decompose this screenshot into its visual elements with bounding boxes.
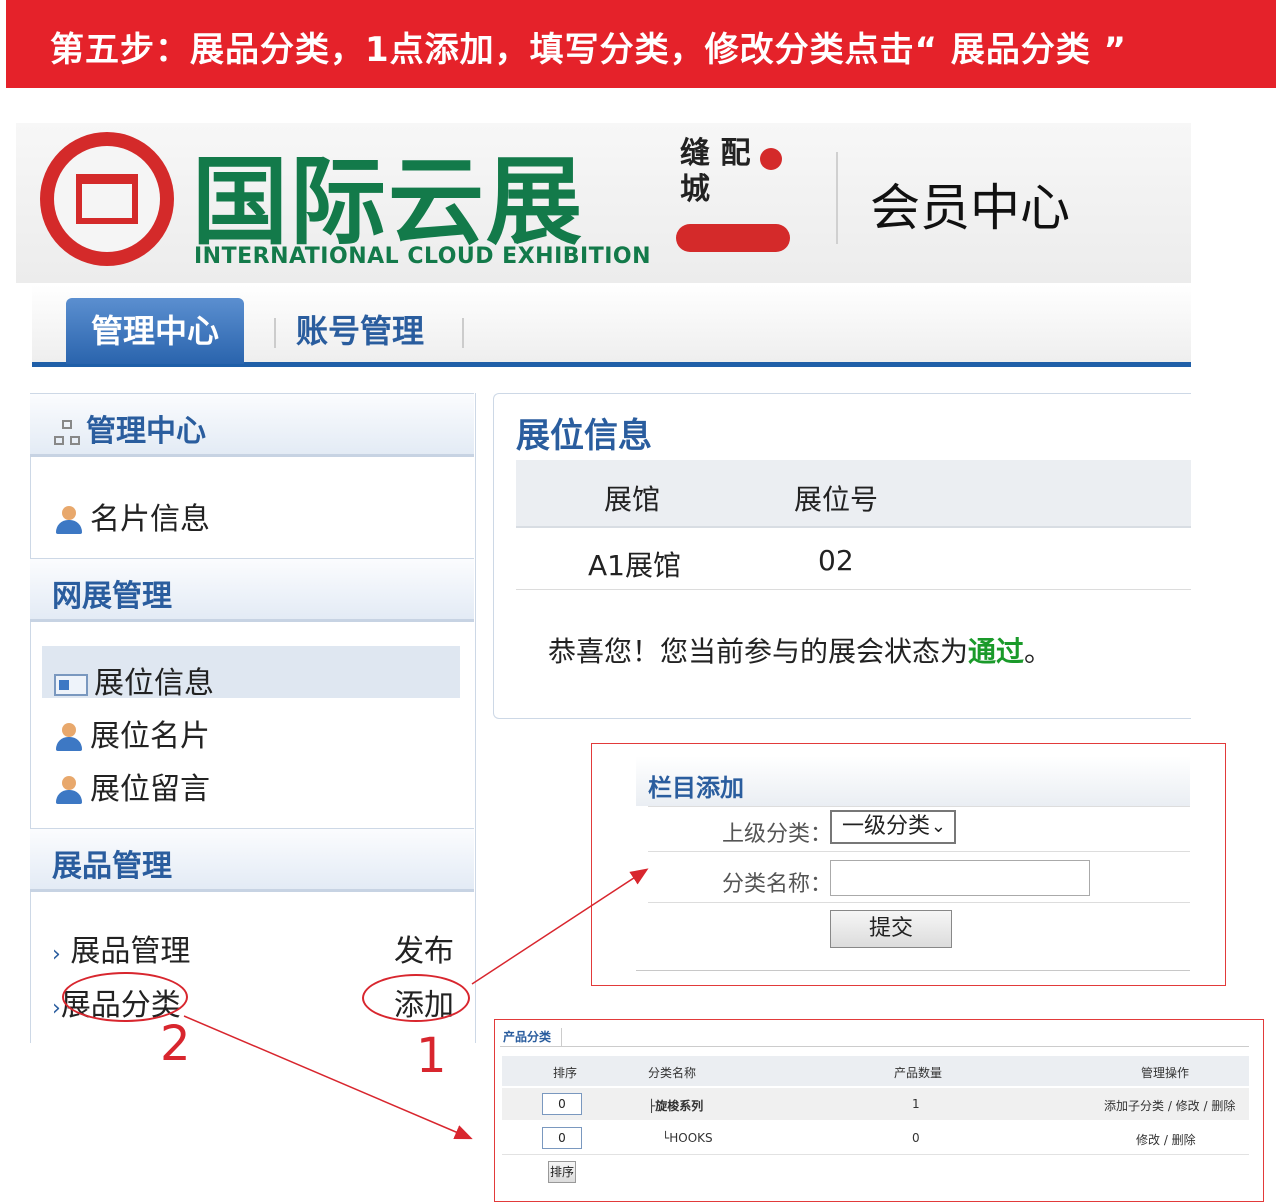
annotation-arrows	[183, 868, 649, 1140]
arrow-to-category-table	[183, 1015, 473, 1140]
arrow-to-add-form	[471, 868, 649, 985]
